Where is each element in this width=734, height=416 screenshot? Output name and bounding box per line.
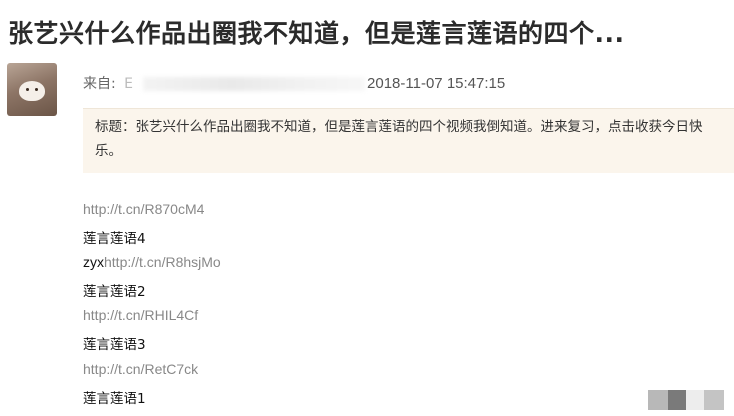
link-r8hsjmo[interactable]: http://t.cn/R8hsjMo (104, 254, 221, 270)
watermark-pixel-1 (648, 390, 668, 410)
link-line-zyx: zyxhttp://t.cn/R8hsjMo (83, 254, 221, 271)
watermark-pixel-3 (686, 390, 704, 410)
avatar-figure (19, 81, 45, 101)
avatar[interactable] (7, 63, 57, 116)
forum-post: 张艺兴什么作品出圈我不知道，但是莲言莲语的四个... 来自: E 2018-11-… (0, 0, 734, 416)
avatar-eye-right (35, 88, 38, 91)
label-lianyan-1: 莲言莲语1 (83, 391, 146, 407)
zyx-prefix: zyx (83, 254, 104, 270)
watermark-pixel-4 (704, 390, 724, 410)
label-lianyan-3: 莲言莲语3 (83, 337, 146, 353)
from-name-blurred (143, 77, 366, 91)
note-text: 标题：张艺兴什么作品出圈我不知道，但是莲言莲语的四个视频我倒知道。进来复习，点击… (95, 119, 703, 159)
link-r870cm4[interactable]: http://t.cn/R870cM4 (83, 201, 204, 217)
post-meta: 来自: E 2018-11-07 15:47:15 (83, 73, 505, 93)
post-timestamp: 2018-11-07 15:47:15 (367, 75, 506, 92)
avatar-eye-left (26, 88, 29, 91)
link-rhil4cf[interactable]: http://t.cn/RHIL4Cf (83, 307, 198, 323)
watermark-pixel-2 (668, 390, 686, 410)
label-lianyan-2: 莲言莲语2 (83, 284, 146, 300)
link-retc7ck[interactable]: http://t.cn/RetC7ck (83, 361, 198, 377)
from-label: 来自: (83, 76, 116, 92)
post-title[interactable]: 张艺兴什么作品出圈我不知道，但是莲言莲语的四个... (8, 14, 625, 50)
from-prefix: E (124, 76, 134, 92)
label-lianyan-4: 莲言莲语4 (83, 231, 146, 247)
